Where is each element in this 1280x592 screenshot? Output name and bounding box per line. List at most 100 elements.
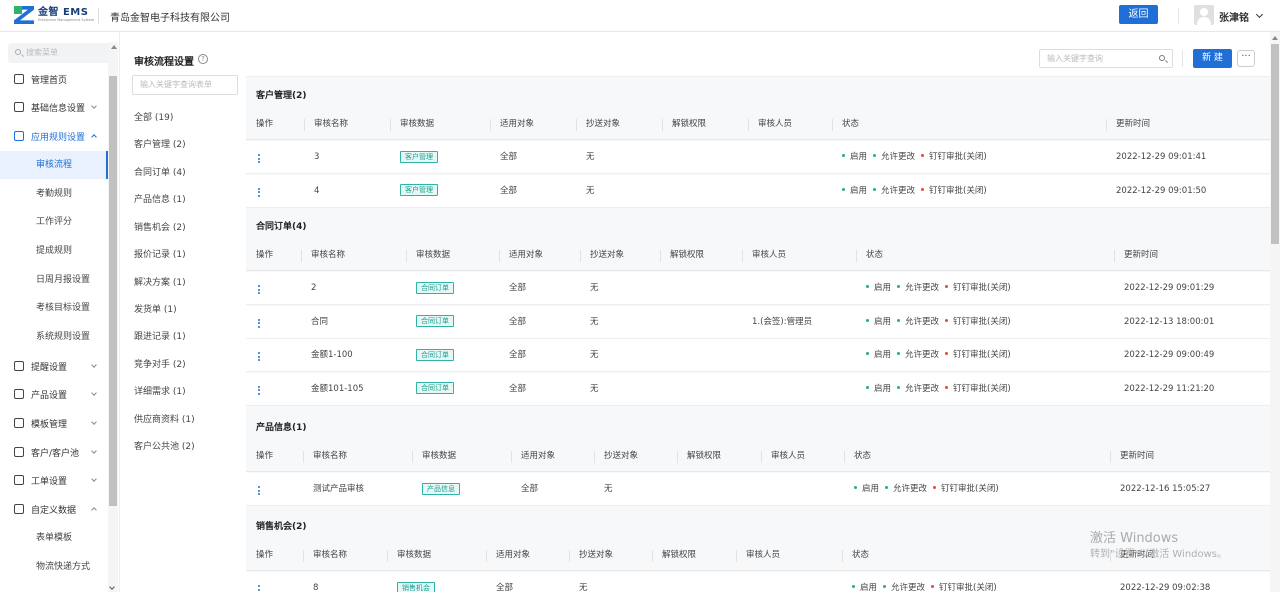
more-vertical-icon[interactable] xyxy=(258,154,260,163)
category-item[interactable]: 销售机会 (2) xyxy=(134,220,186,233)
status-dingtalk: 钉钉审批(关闭) xyxy=(921,175,987,208)
category-item[interactable]: 合同订单 (4) xyxy=(134,165,186,178)
menu-search-input[interactable]: 搜索菜单 xyxy=(8,43,109,63)
table-row[interactable]: 金额101-105 全部 无 2022-12-29 11:21:20 合同订单 启用 允许更… xyxy=(246,372,1270,406)
sidebar-sub-reports[interactable]: 日周月报设置 xyxy=(0,266,108,294)
sidebar-sub-targets[interactable]: 考核目标设置 xyxy=(0,294,108,322)
sidebar-sub-form-templates[interactable]: 表单模板 xyxy=(0,524,108,552)
column-header: 状态 xyxy=(842,119,860,129)
header-separator xyxy=(1178,8,1179,24)
column-divider xyxy=(412,451,413,463)
column-header: 更新时间 xyxy=(1120,451,1155,461)
table-row[interactable]: 3 全部 无 2022-12-29 09:01:41 客户管理 启用 允许更改 钉钉审批(关闭… xyxy=(246,141,1270,174)
avatar[interactable] xyxy=(1194,5,1214,25)
search-icon[interactable] xyxy=(1159,55,1165,61)
sidebar-sub-work-score[interactable]: 工作评分 xyxy=(0,208,108,236)
table-row[interactable]: 2 全部 无 2022-12-29 09:01:29 合同订单 启用 允许更改 钉钉审批(关闭… xyxy=(246,272,1270,305)
sidebar-sub-review-flow[interactable]: 审核流程 xyxy=(0,151,108,179)
column-divider xyxy=(1106,119,1107,131)
column-header: 适用对象 xyxy=(521,451,556,461)
sidebar: 搜索菜单 管理首页 基础信息设置 应用规则设置 审核流程 考勤规则 工作评分 提… xyxy=(0,32,120,592)
column-header: 审核名称 xyxy=(311,250,346,260)
sidebar-item-app-rules[interactable]: 应用规则设置 xyxy=(0,122,108,150)
new-button[interactable]: 新 建 xyxy=(1193,49,1232,68)
row-data-cell: 客户管理 xyxy=(400,175,438,208)
column-header: 操作 xyxy=(256,451,274,461)
category-item[interactable]: 供应商资料 (1) xyxy=(134,412,195,425)
scroll-down-icon[interactable] xyxy=(109,584,115,590)
scroll-up-icon[interactable] xyxy=(111,45,117,49)
chevron-down-icon xyxy=(91,448,97,454)
sidebar-item-label: 基础信息设置 xyxy=(31,103,86,114)
sidebar-item-tickets[interactable]: 工单设置 xyxy=(0,466,108,494)
column-header: 审核名称 xyxy=(314,119,349,129)
more-vertical-icon[interactable] xyxy=(258,486,260,495)
chevron-down-icon xyxy=(91,103,97,109)
category-item[interactable]: 客户公共池 (2) xyxy=(134,439,195,452)
scroll-up-icon[interactable] xyxy=(1272,36,1278,40)
row-updated-time: 2022-12-29 09:01:29 xyxy=(1124,283,1215,293)
main-scrollbar[interactable] xyxy=(1270,32,1280,592)
table-row[interactable]: 测试产品审核 全部 无 2022-12-16 15:05:27 产品信息 启用 允许更改 钉钉… xyxy=(246,473,1270,506)
column-header: 审核数据 xyxy=(397,550,432,560)
sidebar-scrollbar[interactable] xyxy=(108,42,118,592)
category-item[interactable]: 竞争对手 (2) xyxy=(134,357,186,370)
category-item[interactable]: 客户管理 (2) xyxy=(134,137,186,150)
category-item[interactable]: 详细需求 (1) xyxy=(134,384,186,397)
chevron-down-icon[interactable] xyxy=(1255,10,1264,19)
more-vertical-icon[interactable] xyxy=(258,285,260,294)
review-flow-list: 客户管理(2) 操作 审核名称 审核数据 适用对象 抄送对象 解锁权限 审核人员 状态 更新时间 3… xyxy=(246,76,1270,592)
sidebar-sub-system-rules[interactable]: 系统规则设置 xyxy=(0,323,108,351)
category-item[interactable]: 发货单 (1) xyxy=(134,302,177,315)
chevron-down-icon xyxy=(91,476,97,482)
scrollbar-thumb[interactable] xyxy=(109,76,117,506)
sidebar-sub-attendance[interactable]: 考勤规则 xyxy=(0,180,108,208)
column-header: 状态 xyxy=(866,250,884,260)
column-header: 状态 xyxy=(854,451,872,461)
sidebar-item-home[interactable]: 管理首页 xyxy=(0,65,108,93)
more-vertical-icon[interactable] xyxy=(258,187,260,197)
logo-subtext: Enterprise Management System xyxy=(38,17,95,22)
category-search-input[interactable]: 输入关键字查询表单 xyxy=(132,75,238,95)
row-cc: 无 xyxy=(604,484,613,494)
category-item-all[interactable]: 全部 (19) xyxy=(134,110,173,123)
status-allow-change: 允许更改 xyxy=(897,306,939,339)
more-vertical-icon[interactable] xyxy=(258,318,260,328)
more-vertical-icon[interactable] xyxy=(258,352,260,361)
sidebar-item-reminders[interactable]: 提醒设置 xyxy=(0,352,108,380)
category-item[interactable]: 报价记录 (1) xyxy=(134,247,186,260)
more-vertical-icon[interactable] xyxy=(258,585,260,592)
help-icon[interactable]: ? xyxy=(198,54,208,64)
more-button[interactable]: ··· xyxy=(1237,50,1255,67)
sidebar-sub-commission[interactable]: 提成规则 xyxy=(0,237,108,265)
sidebar-item-templates[interactable]: 模板管理 xyxy=(0,409,108,437)
sidebar-item-custom-data[interactable]: 自定义数据 xyxy=(0,495,108,523)
column-divider xyxy=(761,451,762,463)
table-row[interactable]: 合同 全部 无 1.(会签):管理员 2022-12-13 18:00:01 合同订单 启用… xyxy=(246,305,1270,339)
username[interactable]: 张津铭 xyxy=(1219,9,1249,24)
category-item[interactable]: 产品信息 (1) xyxy=(134,192,186,205)
row-status-cell: 启用 允许更改 钉钉审批(关闭) xyxy=(866,339,1017,372)
app-logo[interactable]: 金智 EMS Enterprise Management System xyxy=(14,6,94,24)
sidebar-item-basic-info[interactable]: 基础信息设置 xyxy=(0,93,108,121)
table-row[interactable]: 8 全部 无 2022-12-29 09:02:38 销售机会 启用 允许更改 钉钉审批(关闭… xyxy=(246,572,1270,592)
more-vertical-icon[interactable] xyxy=(258,385,260,395)
search-icon xyxy=(15,49,21,55)
sidebar-item-products[interactable]: 产品设置 xyxy=(0,380,108,408)
table-row[interactable]: 4 全部 无 2022-12-29 09:01:50 客户管理 启用 允许更改 钉钉审批(关闭… xyxy=(246,174,1270,208)
data-type-tag: 合同订单 xyxy=(416,281,454,294)
category-item[interactable]: 跟进记录 (1) xyxy=(134,329,186,342)
search-input[interactable]: 输入关键字查询 xyxy=(1039,49,1173,68)
scrollbar-thumb[interactable] xyxy=(1271,44,1279,244)
column-header: 更新时间 xyxy=(1116,119,1151,129)
row-status-cell: 启用 允许更改 钉钉审批(关闭) xyxy=(852,572,1003,592)
table-row[interactable]: 金额1-100 全部 无 2022-12-29 09:00:49 合同订单 启用 允许更改钉… xyxy=(246,339,1270,372)
back-button[interactable]: 返回 xyxy=(1119,5,1158,24)
category-item[interactable]: 解决方案 (1) xyxy=(134,275,186,288)
column-header: 操作 xyxy=(256,550,274,560)
data-type-tag: 产品信息 xyxy=(422,482,460,495)
sidebar-sub-logistics[interactable]: 物流快递方式 xyxy=(0,553,108,581)
row-cc: 无 xyxy=(590,283,599,293)
row-data-cell: 合同订单 xyxy=(416,373,454,406)
sidebar-item-customers[interactable]: 客户/客户池 xyxy=(0,438,108,466)
